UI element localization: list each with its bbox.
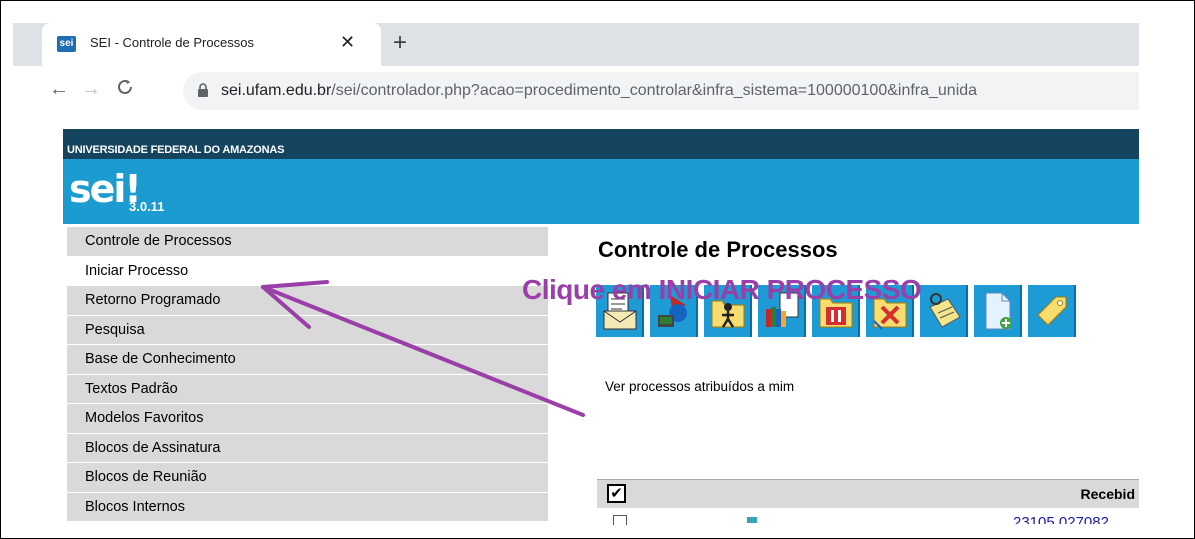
screenshot-frame: sei SEI - Controle de Processos ✕ + ← → … (0, 0, 1195, 539)
annotation-arrow (261, 280, 585, 417)
annotation-label: Clique em INICIAR PROCESSO (522, 274, 922, 305)
